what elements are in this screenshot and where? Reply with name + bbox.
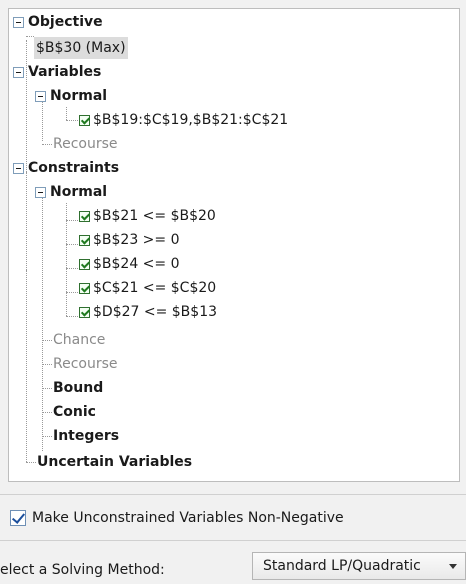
tree-node-constraints-conic[interactable]: Conic (53, 401, 96, 423)
tree-node-constraints-chance[interactable]: Chance (53, 329, 105, 351)
tree-node-label: Chance (53, 332, 106, 348)
collapse-icon[interactable] (13, 162, 24, 174)
divider (0, 540, 466, 541)
tree-item-label: $B$30 (Max) (34, 37, 128, 59)
tree-node-label: Recourse (53, 136, 118, 152)
tree-connector (42, 388, 52, 389)
tree-connector (66, 316, 80, 317)
tree-node-uncertain-variables[interactable]: Uncertain Variables (37, 451, 192, 473)
tree-connector (66, 107, 67, 120)
collapse-icon[interactable] (13, 66, 24, 78)
checked-icon[interactable] (79, 282, 90, 294)
checked-icon[interactable] (79, 234, 90, 246)
nonnegative-label: Make Unconstrained Variables Non-Negativ… (32, 510, 344, 526)
tree-node-label: Uncertain Variables (37, 454, 193, 470)
tree-node-variables-normal[interactable]: Normal (35, 85, 107, 107)
tree-item-variable[interactable]: $B$19:$C$19,$B$21:$C$21 (79, 109, 288, 131)
tree-connector (66, 120, 80, 121)
tree-node-constraints-recourse[interactable]: Recourse (53, 353, 118, 375)
tree-connector (66, 292, 80, 293)
tree-connector (26, 172, 27, 462)
tree-item-label: $D$27 <= $B$13 (93, 304, 218, 320)
tree-connector (42, 144, 52, 145)
tree-connector (26, 462, 36, 463)
tree-node-label: Integers (53, 428, 120, 444)
tree-connector (42, 412, 52, 413)
tree-node-variables[interactable]: Variables (13, 61, 101, 83)
tree-item-label: $B$23 >= 0 (93, 232, 180, 248)
tree-node-label: Recourse (53, 356, 118, 372)
tree-item-constraint[interactable]: $B$23 >= 0 (79, 229, 180, 251)
tree-node-objective[interactable]: Objective (13, 11, 103, 33)
tree-item-constraint[interactable]: $B$21 <= $B$20 (79, 205, 216, 227)
tree-node-constraints-normal[interactable]: Normal (35, 181, 107, 203)
tree-node-constraints[interactable]: Constraints (13, 157, 119, 179)
tree-node-label: Normal (50, 88, 108, 104)
nonnegative-option[interactable]: Make Unconstrained Variables Non-Negativ… (10, 508, 344, 528)
tree-node-label: Conic (53, 404, 96, 420)
collapse-icon[interactable] (35, 90, 46, 102)
checked-icon[interactable] (79, 114, 90, 126)
tree-connector (66, 268, 80, 269)
tree-item-objective-cell[interactable]: $B$30 (Max) (34, 37, 128, 59)
tree-item-label: $C$21 <= $C$20 (93, 280, 217, 296)
solving-method-select[interactable]: Standard LP/Quadratic (252, 552, 466, 580)
nonnegative-checkbox[interactable] (10, 510, 26, 526)
tree-node-variables-recourse[interactable]: Recourse (53, 133, 118, 155)
tree-connector (66, 220, 80, 221)
tree-node-label: Constraints (28, 160, 120, 176)
tree-node-label: Objective (28, 14, 103, 30)
collapse-icon[interactable] (35, 186, 46, 198)
tree-item-label: $B$21 <= $B$20 (93, 208, 216, 224)
chevron-down-icon[interactable] (449, 564, 457, 569)
tree-node-constraints-bound[interactable]: Bound (53, 377, 103, 399)
tree-node-label: Variables (28, 64, 102, 80)
checked-icon[interactable] (79, 258, 90, 270)
solving-method-value: Standard LP/Quadratic (263, 558, 421, 574)
tree-item-label: $B$24 <= 0 (93, 256, 180, 272)
tree-connector (42, 436, 52, 437)
tree-item-constraint[interactable]: $B$24 <= 0 (79, 253, 180, 275)
model-tree: Objective $B$30 (Max) Variables Normal $… (8, 8, 460, 482)
tree-node-label: Bound (53, 380, 104, 396)
tree-connector (26, 36, 34, 37)
collapse-icon[interactable] (13, 16, 24, 28)
tree-item-constraint[interactable]: $C$21 <= $C$20 (79, 277, 216, 299)
tree-node-label: Normal (50, 184, 108, 200)
tree-connector (66, 244, 80, 245)
tree-item-label: $B$19:$C$19,$B$21:$C$21 (93, 112, 289, 128)
checked-icon[interactable] (79, 210, 90, 222)
divider (0, 494, 466, 495)
checked-icon[interactable] (79, 306, 90, 318)
solving-method-label: elect a Solving Method: (0, 562, 165, 578)
tree-node-constraints-integers[interactable]: Integers (53, 425, 119, 447)
tree-item-constraint[interactable]: $D$27 <= $B$13 (79, 301, 217, 323)
tree-connector (42, 340, 52, 341)
tree-connector (42, 364, 52, 365)
